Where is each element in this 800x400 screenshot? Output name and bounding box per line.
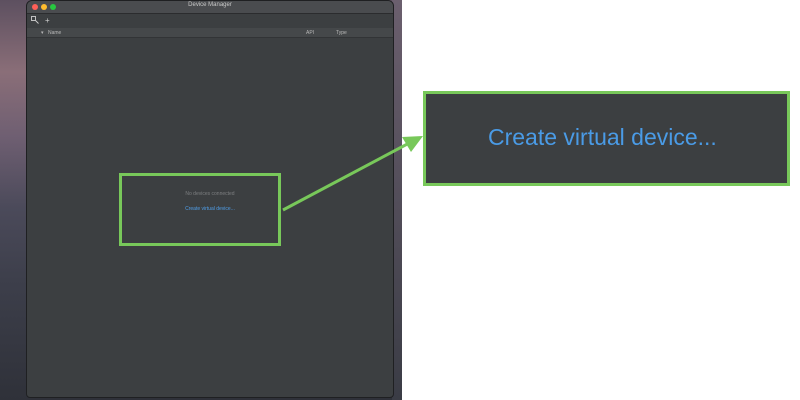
column-type[interactable]: Type — [336, 30, 347, 36]
title-bar[interactable]: Device Manager — [27, 1, 393, 14]
add-icon[interactable]: + — [45, 16, 50, 26]
device-list-icon[interactable] — [31, 16, 39, 27]
window-title: Device Manager — [188, 2, 232, 8]
zoomed-create-virtual-device-link[interactable]: Create virtual device... — [488, 124, 717, 151]
toolbar: + — [27, 14, 393, 28]
sort-descending-icon: ▾ — [41, 30, 44, 36]
column-name[interactable]: Name — [48, 30, 61, 36]
highlight-box — [119, 173, 281, 246]
zoomed-callout: Create virtual device... — [423, 91, 790, 186]
column-api[interactable]: API — [306, 30, 314, 36]
device-table-header: ▾ Name API Type — [27, 28, 393, 38]
